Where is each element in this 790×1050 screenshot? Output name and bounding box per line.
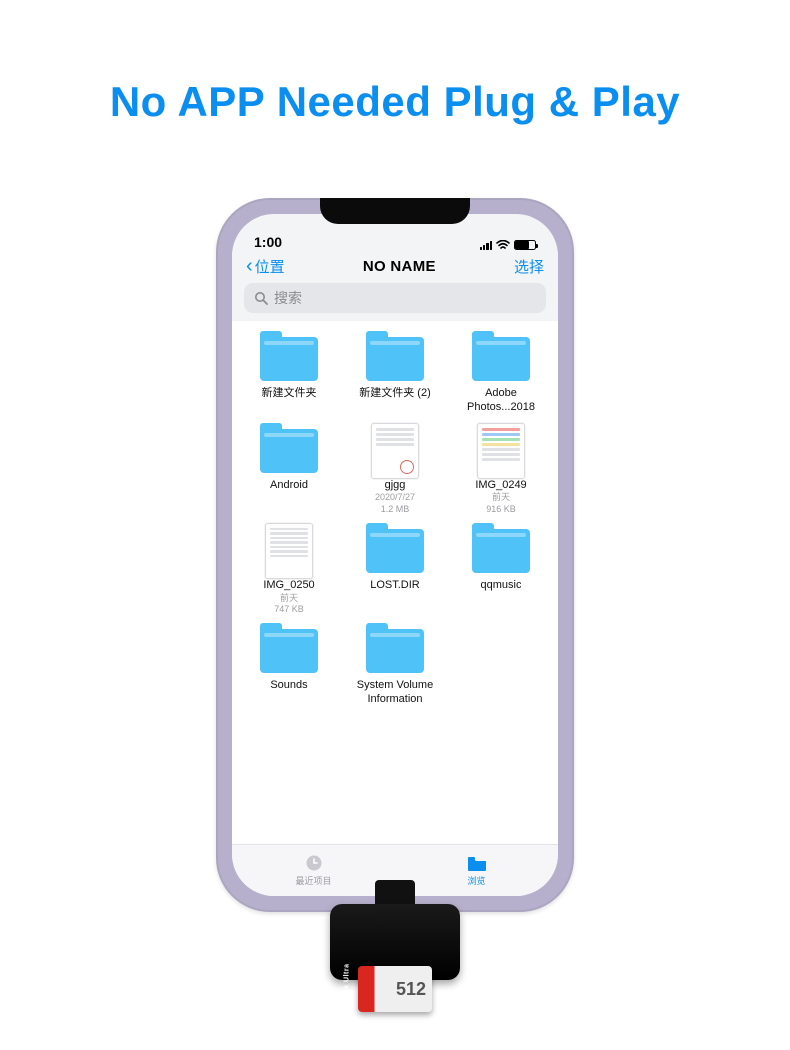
- page-headline: No APP Needed Plug & Play: [0, 0, 790, 126]
- card-reader: SanDisk Ultra 512: [315, 880, 475, 980]
- back-label: 位置: [255, 256, 285, 277]
- folder-item[interactable]: qqmusic: [450, 519, 552, 617]
- page-title: NO NAME: [363, 258, 436, 275]
- sd-card: SanDisk Ultra 512: [358, 966, 432, 1012]
- sd-brand: SanDisk Ultra: [344, 963, 351, 1015]
- item-label: IMG_0250: [263, 579, 314, 593]
- back-button[interactable]: ‹ 位置: [246, 256, 285, 277]
- search-icon: [254, 291, 268, 305]
- item-label: System Volume Information: [347, 679, 443, 707]
- item-label: LOST.DIR: [370, 579, 420, 593]
- folder-icon: [472, 529, 530, 573]
- folder-item[interactable]: 新建文件夹: [238, 327, 340, 417]
- item-subtext: 916 KB: [486, 504, 516, 515]
- item-label: Android: [270, 479, 308, 493]
- image-thumb-icon: [371, 423, 419, 479]
- file-item[interactable]: IMG_0249前天916 KB: [450, 419, 552, 517]
- signal-icon: [480, 240, 492, 250]
- image-thumb-icon: [477, 423, 525, 479]
- item-label: 新建文件夹: [262, 387, 317, 401]
- clock-icon: [303, 854, 325, 872]
- status-time: 1:00: [254, 234, 282, 250]
- select-button[interactable]: 选择: [514, 256, 544, 277]
- item-label: qqmusic: [481, 579, 522, 593]
- nav-header: ‹ 位置 NO NAME 选择: [232, 252, 558, 283]
- folder-icon: [260, 429, 318, 473]
- folder-icon: [366, 529, 424, 573]
- folder-icon: [366, 337, 424, 381]
- item-label: gjgg: [385, 479, 406, 493]
- item-subtext: 前天: [492, 492, 510, 503]
- folder-item[interactable]: 新建文件夹 (2): [344, 327, 446, 417]
- search-placeholder: 搜索: [274, 288, 302, 308]
- image-thumb-icon: [265, 523, 313, 579]
- item-subtext: 前天: [280, 593, 298, 604]
- item-subtext: 1.2 MB: [381, 504, 410, 515]
- folder-item[interactable]: Adobe Photos...2018: [450, 327, 552, 417]
- search-input[interactable]: 搜索: [244, 283, 546, 313]
- item-label: Sounds: [270, 679, 307, 693]
- folder-icon: [466, 854, 488, 872]
- folder-item[interactable]: Android: [238, 419, 340, 517]
- file-item[interactable]: IMG_0250前天747 KB: [238, 519, 340, 617]
- wifi-icon: [496, 240, 510, 250]
- battery-icon: [514, 240, 536, 250]
- folder-item[interactable]: System Volume Information: [344, 619, 446, 709]
- folder-icon: [260, 629, 318, 673]
- folder-item[interactable]: Sounds: [238, 619, 340, 709]
- phone-notch: [320, 198, 470, 224]
- item-label: IMG_0249: [475, 479, 526, 493]
- folder-icon: [366, 629, 424, 673]
- item-subtext: 2020/7/27: [375, 492, 415, 503]
- phone-mockup: 1:00 ‹ 位置 NO NAME 选择 搜索: [216, 198, 574, 912]
- file-item[interactable]: gjgg2020/7/271.2 MB: [344, 419, 446, 517]
- item-subtext: 747 KB: [274, 604, 304, 615]
- folder-icon: [472, 337, 530, 381]
- folder-icon: [260, 337, 318, 381]
- item-label: Adobe Photos...2018: [453, 387, 549, 415]
- item-label: 新建文件夹 (2): [359, 387, 431, 401]
- folder-item[interactable]: LOST.DIR: [344, 519, 446, 617]
- file-grid[interactable]: 新建文件夹 新建文件夹 (2) Adobe Photos...2018 Android…: [232, 321, 558, 844]
- sd-capacity: 512: [396, 979, 426, 1000]
